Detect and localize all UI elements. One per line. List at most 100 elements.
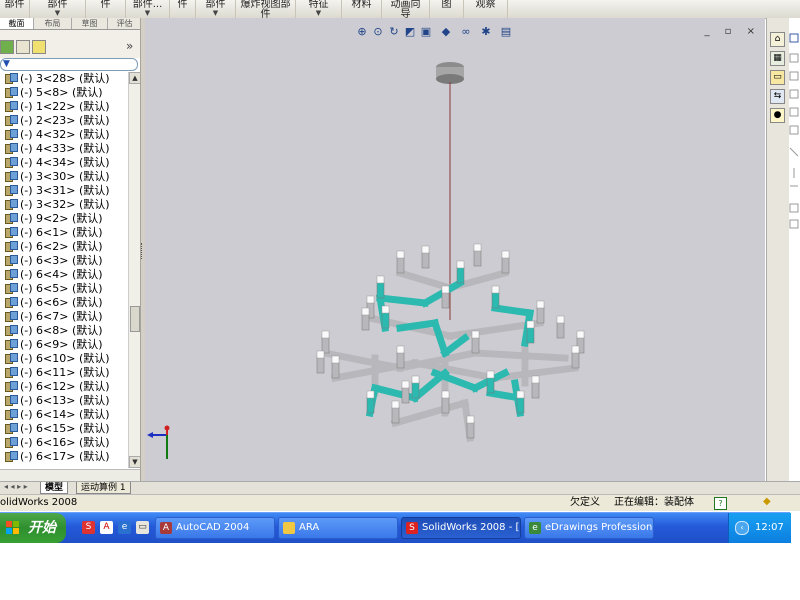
tree-item[interactable]: (-) 6<4> (默认) — [0, 268, 128, 282]
rotate-icon[interactable]: ↻ — [387, 25, 401, 39]
tree-item[interactable]: (-) 4<32> (默认) — [0, 128, 128, 142]
tab-model[interactable]: 模型 — [40, 482, 69, 494]
tree-item[interactable]: (-) 6<7> (默认) — [0, 310, 128, 324]
quicklaunch-solidworks-icon[interactable]: S — [82, 521, 95, 534]
tree-item[interactable]: (-) 6<2> (默认) — [0, 240, 128, 254]
cmd-item[interactable]: 件 — [170, 0, 196, 18]
right-toolbar-strip — [789, 18, 800, 481]
cmd-view[interactable]: 图 — [430, 0, 464, 18]
part-icon — [5, 325, 18, 336]
cmd-part[interactable]: 件 — [86, 0, 126, 18]
graphics-area[interactable]: ⊕ ⊙ ↻ ◩ ▣ ◆ ∞ ✱ ▤ _ ▫ × — [145, 18, 765, 481]
tree-item[interactable]: (-) 6<10> (默认) — [0, 352, 128, 366]
viewport-window-controls[interactable]: _ ▫ × — [704, 26, 761, 37]
cmd-part-dots[interactable]: 部件... ▼ — [126, 0, 170, 18]
tab-motion-study[interactable]: 运动算例 1 — [76, 482, 131, 494]
tray-expand-icon[interactable]: ‹ — [735, 521, 749, 535]
zoom-fit-icon[interactable]: ⊕ — [355, 25, 369, 39]
tree-item[interactable]: (-) 6<17> (默认) — [0, 450, 128, 464]
tree-item-label: (-) 6<5> (默认) — [20, 282, 103, 295]
tree-item[interactable]: (-) 6<6> (默认) — [0, 296, 128, 310]
scroll-thumb[interactable] — [130, 306, 140, 332]
help-icon[interactable]: ? — [714, 497, 727, 510]
start-button[interactable]: 开始 — [0, 513, 66, 543]
part-icon — [5, 73, 18, 84]
tree-item[interactable]: (-) 6<16> (默认) — [0, 436, 128, 450]
tree-item[interactable]: (-) 6<9> (默认) — [0, 338, 128, 352]
quicklaunch-desktop-icon[interactable]: ▭ — [136, 521, 149, 534]
autocad-icon: A — [160, 522, 172, 534]
scene-icon[interactable]: ▤ — [499, 25, 513, 39]
tree-item[interactable]: (-) 2<23> (默认) — [0, 114, 128, 128]
cmd-material[interactable]: 材料 — [342, 0, 382, 18]
tab-layout[interactable]: 布局 — [34, 18, 72, 29]
tree-item[interactable]: (-) 5<8> (默认) — [0, 86, 128, 100]
tree-item[interactable]: (-) 3<31> (默认) — [0, 184, 128, 198]
filter-icon[interactable]: ▼ — [3, 59, 10, 69]
view-orientation-icon[interactable]: ▣ — [419, 25, 433, 39]
tree-item-label: (-) 6<14> (默认) — [20, 408, 110, 421]
tab-nav-arrows-icon[interactable]: ◂ ◂ ▸ ▸ — [4, 482, 28, 491]
tab-sketch[interactable]: 草图 — [72, 18, 108, 29]
tree-item-label: (-) 6<16> (默认) — [20, 436, 110, 449]
tree-item-label: (-) 6<13> (默认) — [20, 394, 110, 407]
solidworks-icon: S — [406, 522, 418, 534]
tab-evaluate[interactable]: 评估 — [108, 18, 142, 29]
quicklaunch-ie-icon[interactable]: e — [118, 521, 131, 534]
lights-icon[interactable]: ✱ — [479, 25, 493, 39]
hide-show-icon[interactable]: ∞ — [459, 25, 473, 39]
tree-item[interactable]: (-) 6<12> (默认) — [0, 380, 128, 394]
view-palette-icon[interactable]: ⇆ — [770, 89, 785, 104]
quicklaunch-acrobat-icon[interactable]: A — [100, 521, 113, 534]
tree-item[interactable]: (-) 3<32> (默认) — [0, 198, 128, 212]
library-icon[interactable]: ▦ — [770, 51, 785, 66]
tree-item[interactable]: (-) 4<34> (默认) — [0, 156, 128, 170]
tree-item[interactable]: (-) 3<30> (默认) — [0, 170, 128, 184]
tree-item[interactable]: (-) 6<14> (默认) — [0, 408, 128, 422]
property-manager-icon[interactable] — [16, 40, 30, 54]
display-style-icon[interactable]: ◆ — [439, 25, 453, 39]
cmd-explode[interactable]: 爆炸视图部件 — [236, 0, 296, 20]
home-icon[interactable]: ⌂ — [770, 32, 785, 47]
cmd-animation[interactable]: 动画向导 — [382, 0, 430, 20]
tree-item[interactable]: (-) 1<22> (默认) — [0, 100, 128, 114]
tree-item[interactable]: (-) 9<2> (默认) — [0, 212, 128, 226]
cmd-part-2[interactable]: 部件 ▼ — [196, 0, 236, 18]
tree-item[interactable]: (-) 6<3> (默认) — [0, 254, 128, 268]
tree-item[interactable]: (-) 3<28> (默认) — [0, 72, 128, 86]
cmd-observe[interactable]: 观察 — [464, 0, 508, 18]
tree-item[interactable]: (-) 6<1> (默认) — [0, 226, 128, 240]
appearance-icon[interactable]: ● — [770, 108, 785, 123]
tag-icon[interactable]: ◆ — [763, 497, 775, 507]
filter-input[interactable]: ▼ — [0, 58, 138, 71]
sketch-tools-icon[interactable] — [789, 18, 800, 238]
feature-manager-icon[interactable] — [0, 40, 14, 54]
configuration-manager-icon[interactable] — [32, 40, 46, 54]
zoom-area-icon[interactable]: ⊙ — [371, 25, 385, 39]
task-edrawings[interactable]: e eDrawings Professional — [524, 517, 654, 539]
tree-item[interactable]: (-) 6<8> (默认) — [0, 324, 128, 338]
clock: 12:07 — [755, 522, 784, 533]
part-icon — [5, 409, 18, 420]
task-solidworks[interactable]: S SolidWorks 2008 - [... — [401, 517, 521, 539]
cmd-feature[interactable]: 特征 ▼ — [296, 0, 342, 18]
tree-item[interactable]: (-) 6<13> (默认) — [0, 394, 128, 408]
tree-item[interactable]: (-) 6<11> (默认) — [0, 366, 128, 380]
tree-item-label: (-) 6<1> (默认) — [20, 226, 103, 239]
part-icon — [5, 185, 18, 196]
tree-horizontal-scrollbar[interactable] — [0, 469, 140, 481]
tab-section[interactable]: 截面 — [0, 18, 34, 29]
task-folder-ara[interactable]: ARA — [278, 517, 398, 539]
section-view-icon[interactable]: ◩ — [403, 25, 417, 39]
triad-icon — [147, 425, 170, 459]
cmd-assembly[interactable]: 部件 — [0, 0, 30, 18]
task-autocad[interactable]: A AutoCAD 2004 — [155, 517, 275, 539]
cmd-insert-component[interactable]: 部件 ▼ — [30, 0, 86, 18]
tree-item[interactable]: (-) 4<33> (默认) — [0, 142, 128, 156]
tree-item[interactable]: (-) 6<5> (默认) — [0, 282, 128, 296]
collapse-panel-icon[interactable]: » — [126, 39, 133, 53]
tree-item[interactable]: (-) 6<15> (默认) — [0, 422, 128, 436]
folder-icon[interactable]: ▭ — [770, 70, 785, 85]
tree-item-label: (-) 5<8> (默认) — [20, 86, 103, 99]
chandelier-model[interactable] — [145, 18, 765, 481]
